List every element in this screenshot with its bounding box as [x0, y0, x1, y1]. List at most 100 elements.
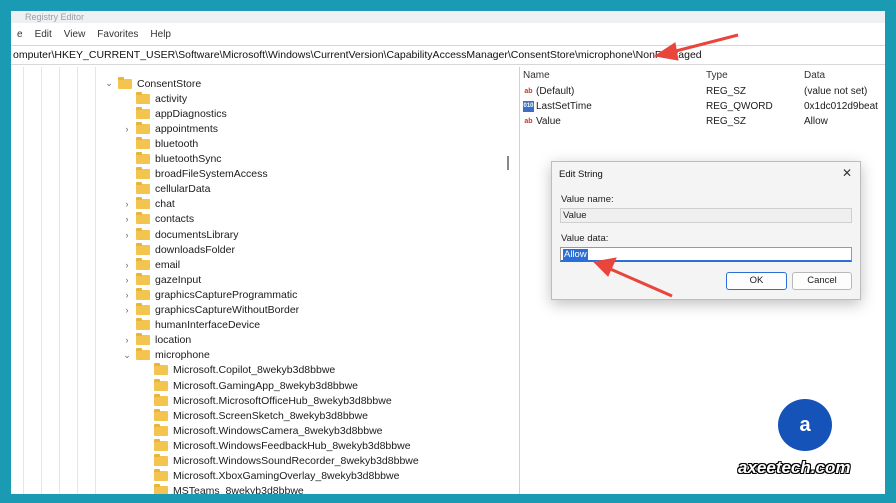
folder-icon [136, 212, 150, 225]
tree-item-label: chat [155, 198, 175, 211]
tree-item-consentstore[interactable]: ⌄ ConsentStore [104, 76, 201, 91]
tree-item-downloadsfolder[interactable]: downloadsFolder [122, 242, 235, 257]
tree-item-email[interactable]: › email [122, 257, 180, 272]
value-data-input[interactable]: Allow [560, 247, 852, 262]
tree-item-documentslibrary[interactable]: › documentsLibrary [122, 227, 238, 242]
tree-item-mic-app[interactable]: Microsoft.WindowsSoundRecorder_8wekyb3d8… [154, 454, 419, 469]
key-tree[interactable]: ⌄ ConsentStore activity appDiagnostics › ap… [11, 67, 520, 494]
tree-item-cellulardata[interactable]: cellularData [122, 182, 210, 197]
chevron-right-icon[interactable]: › [122, 305, 132, 315]
chevron-down-icon[interactable]: ⌄ [104, 78, 114, 89]
folder-icon [154, 408, 168, 421]
ok-button[interactable]: OK [726, 272, 787, 290]
value-type: REG_QWORD [706, 101, 773, 112]
tree-item-appointments[interactable]: › appointments [122, 121, 218, 136]
tree-item-label: email [155, 258, 181, 271]
tree-item-label: Microsoft.MicrosoftOfficeHub_8wekyb3d8bb… [173, 394, 392, 407]
column-type-header[interactable]: Type [706, 70, 728, 81]
tree-item-label: graphicsCaptureProgrammatic [155, 288, 298, 301]
tree-item-mic-app[interactable]: MSTeams_8wekyb3d8bbwe [154, 484, 304, 494]
folder-icon [136, 152, 150, 164]
menu-view[interactable]: View [64, 29, 86, 40]
tree-item-label: Microsoft.ScreenSketch_8wekyb3d8bbwe [173, 409, 368, 422]
tree-item-mic-app[interactable]: Microsoft.ScreenSketch_8wekyb3d8bbwe [154, 408, 368, 423]
tree-item-label: activity [155, 92, 188, 105]
value-row-lastsettime[interactable]: 010 LastSetTime REG_QWORD 0x1dc012d9beat [520, 99, 885, 114]
tree-item-activity[interactable]: activity [122, 91, 187, 106]
folder-icon [136, 272, 150, 285]
folder-icon [154, 484, 168, 494]
folder-icon [136, 136, 150, 149]
tree-item-gazeinput[interactable]: › gazeInput [122, 272, 201, 287]
cancel-button[interactable]: Cancel [792, 272, 852, 290]
list-header: Name Type Data [520, 67, 885, 83]
value-data: (value not set) [804, 86, 868, 97]
tree-item-mic-app[interactable]: Microsoft.MicrosoftOfficeHub_8wekyb3d8bb… [154, 393, 392, 408]
tree-item-bluetoothsync[interactable]: bluetoothSync [122, 152, 222, 167]
chevron-right-icon[interactable]: › [122, 124, 132, 134]
tree-item-label: Microsoft.WindowsFeedbackHub_8wekyb3d8bb… [173, 439, 411, 452]
tree-item-mic-app[interactable]: Microsoft.WindowsCamera_8wekyb3d8bbwe [154, 423, 383, 438]
value-row-default[interactable]: ab (Default) REG_SZ (value not set) [520, 84, 885, 99]
tree-item-mic-app[interactable]: Microsoft.GamingApp_8wekyb3d8bbwe [154, 378, 358, 393]
tree-item-microphone[interactable]: ⌄ microphone [122, 348, 210, 363]
tree-item-label: appDiagnostics [155, 107, 227, 120]
folder-icon [136, 121, 150, 134]
address-bar[interactable]: omputer\HKEY_CURRENT_USER\Software\Micro… [11, 45, 885, 65]
address-path[interactable]: omputer\HKEY_CURRENT_USER\Software\Micro… [13, 49, 702, 61]
tree-item-contacts[interactable]: › contacts [122, 212, 194, 227]
folder-icon [118, 76, 132, 89]
pane-splitter[interactable] [507, 156, 509, 170]
selected-text[interactable]: Allow [563, 249, 588, 260]
chevron-right-icon[interactable]: › [122, 290, 132, 300]
tree-item-label: Microsoft.XboxGamingOverlay_8wekyb3d8bbw… [173, 470, 400, 483]
chevron-right-icon[interactable]: › [122, 260, 132, 270]
edit-string-dialog: Edit String ✕ Value name: Value Value da… [551, 161, 861, 300]
tree-item-mic-app[interactable]: Microsoft.Copilot_8wekyb3d8bbwe [154, 363, 335, 378]
tree-item-chat[interactable]: › chat [122, 197, 175, 212]
chevron-right-icon[interactable]: › [122, 230, 132, 240]
value-row-value[interactable]: ab Value REG_SZ Allow [520, 114, 885, 129]
folder-icon [136, 242, 150, 255]
tree-item-appdiagnostics[interactable]: appDiagnostics [122, 106, 227, 121]
column-name-header[interactable]: Name [523, 70, 550, 81]
tree-item-label: graphicsCaptureWithoutBorder [155, 304, 300, 316]
tree-item-graphicscaptureprogrammatic[interactable]: › graphicsCaptureProgrammatic [122, 287, 297, 302]
tree-item-broadfilesystemaccess[interactable]: broadFileSystemAccess [122, 167, 268, 182]
menu-help[interactable]: Help [150, 29, 171, 40]
value-type: REG_SZ [706, 86, 747, 97]
tree-item-mic-app[interactable]: Microsoft.WindowsFeedbackHub_8wekyb3d8bb… [154, 438, 411, 453]
tree-item-bluetooth[interactable]: bluetooth [122, 136, 198, 151]
menu-file[interactable]: e [17, 29, 23, 40]
tree-item-label: gazeInput [155, 273, 202, 286]
tree-item-humaninterfacedevice[interactable]: humanInterfaceDevice [122, 318, 260, 333]
folder-icon [136, 91, 150, 104]
tree-item-label: appointments [155, 122, 219, 135]
chevron-right-icon[interactable]: › [122, 214, 132, 224]
tree-item-mic-app[interactable]: Microsoft.XboxGamingOverlay_8wekyb3d8bbw… [154, 469, 399, 484]
value-type: REG_SZ [706, 116, 747, 127]
dialog-title: Edit String [559, 169, 603, 180]
value-data: Allow [804, 116, 828, 127]
value-name: Value [536, 116, 561, 127]
column-data-header[interactable]: Data [804, 70, 825, 81]
chevron-down-icon[interactable]: ⌄ [122, 350, 132, 361]
folder-icon [154, 378, 168, 391]
folder-icon [154, 393, 168, 406]
folder-icon [154, 438, 168, 451]
tree-item-label: bluetooth [155, 137, 199, 150]
folder-icon [154, 454, 168, 466]
chevron-right-icon[interactable]: › [122, 335, 132, 345]
menu-favorites[interactable]: Favorites [97, 29, 138, 40]
menu-edit[interactable]: Edit [35, 29, 52, 40]
chevron-right-icon[interactable]: › [122, 199, 132, 209]
folder-icon [136, 318, 150, 331]
tree-item-graphicscapturewithoutborder[interactable]: › graphicsCaptureWithoutBorder [122, 303, 299, 318]
chevron-right-icon[interactable]: › [122, 275, 132, 285]
string-value-icon: ab [524, 118, 533, 125]
folder-icon [136, 348, 150, 361]
tree-item-label: microphone [155, 349, 210, 362]
tree-item-location[interactable]: › location [122, 333, 191, 348]
value-name: (Default) [536, 86, 575, 97]
close-icon[interactable]: ✕ [842, 166, 852, 180]
